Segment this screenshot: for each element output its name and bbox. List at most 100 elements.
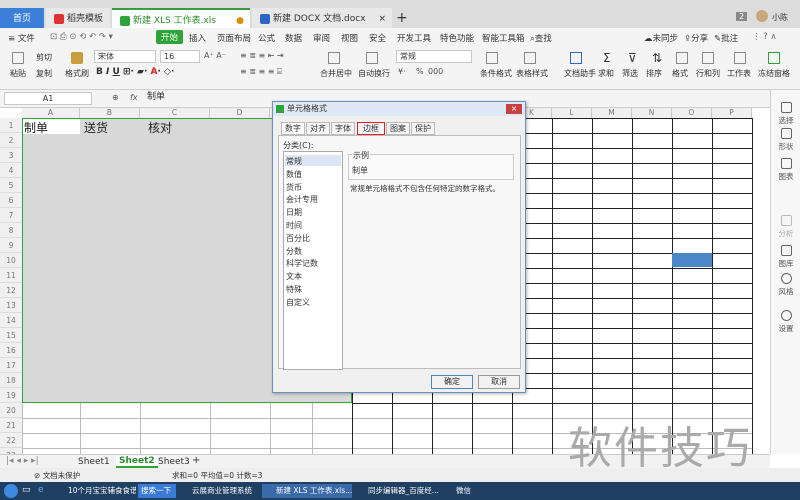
cell-c1[interactable]: 核对 (148, 119, 172, 136)
tab-review[interactable]: 审阅 (313, 32, 330, 44)
dialog-tab-pattern[interactable]: 图案 (386, 122, 410, 135)
column-header-p[interactable]: P (712, 108, 752, 118)
cancel-button[interactable]: 取消 (478, 375, 520, 389)
panel-style[interactable]: 风格 (771, 273, 800, 297)
column-header-o[interactable]: O (672, 108, 712, 118)
paste-label[interactable]: 粘贴 (10, 68, 26, 79)
format-painter-label[interactable]: 格式刷 (65, 68, 89, 79)
taskbar-item-recipe[interactable]: 10个月宝宝辅食食谱 (54, 484, 136, 498)
row-header-19[interactable]: 19 (0, 388, 22, 403)
row-header-10[interactable]: 10 (0, 253, 22, 268)
panel-shapes[interactable]: 形状 (771, 128, 800, 152)
tab-insert[interactable]: 插入 (189, 32, 206, 44)
merge-center-label[interactable]: 合并居中 (320, 68, 352, 79)
cell-b1[interactable]: 送货 (84, 119, 108, 136)
table-style-icon[interactable] (524, 52, 536, 64)
panel-settings[interactable]: 设置 (771, 310, 800, 334)
freeze-panes-icon[interactable] (768, 52, 780, 64)
more-options-icon[interactable]: ⋮ ? ∧ (752, 32, 777, 42)
format-icon[interactable] (676, 52, 688, 64)
taskbar-item-editor[interactable]: 同步编辑器_百度经... (354, 484, 440, 498)
category-list[interactable]: 常规 数值 货币 会计专用 日期 时间 百分比 分数 科学记数 文本 特殊 自定义 (283, 151, 343, 370)
row-header-22[interactable]: 22 (0, 433, 22, 448)
column-header-c[interactable]: C (140, 108, 210, 118)
filter-label[interactable]: 筛选 (622, 68, 638, 79)
row-header-5[interactable]: 5 (0, 178, 22, 193)
sheet-tab-1[interactable]: Sheet1 (78, 457, 110, 467)
dialog-tab-border[interactable]: 边框 (357, 122, 385, 135)
column-header-b[interactable]: B (80, 108, 140, 118)
row-header-13[interactable]: 13 (0, 298, 22, 313)
row-header-18[interactable]: 18 (0, 373, 22, 388)
zoom-search-icon[interactable]: ⊕ (112, 93, 119, 102)
row-header-6[interactable]: 6 (0, 193, 22, 208)
wrap-text-label[interactable]: 自动换行 (358, 68, 390, 79)
sum-label[interactable]: 求和 (598, 68, 614, 79)
dialog-tab-font[interactable]: 字体 (331, 122, 355, 135)
category-item[interactable]: 数值 (286, 169, 302, 180)
tab-start[interactable]: 开始 (156, 30, 184, 44)
doc-helper-label[interactable]: 文档助手 (564, 68, 596, 79)
category-item[interactable]: 科学记数 (286, 258, 318, 269)
quick-access-icons[interactable]: ⊡ ⎙ ⊙ ⟲ ↶ ↷ ▾ (50, 32, 113, 42)
percent-button[interactable]: % (416, 67, 424, 76)
row-header-14[interactable]: 14 (0, 313, 22, 328)
column-header-m[interactable]: M (592, 108, 632, 118)
name-box[interactable]: A1 (4, 92, 92, 105)
taskbar-item-search[interactable]: 搜索一下 (138, 484, 176, 498)
panel-select[interactable]: 选择 (771, 102, 800, 126)
row-header-2[interactable]: 2 (0, 133, 22, 148)
tab-developer[interactable]: 开发工具 (397, 32, 431, 44)
highlighted-cell-o10[interactable] (672, 253, 712, 267)
row-header-11[interactable]: 11 (0, 268, 22, 283)
category-item[interactable]: 分数 (286, 246, 302, 257)
tab-layout[interactable]: 页面布局 (217, 32, 251, 44)
tab-features[interactable]: 特色功能 (440, 32, 474, 44)
dialog-close-icon[interactable]: × (506, 104, 522, 114)
tab-view[interactable]: 视图 (341, 32, 358, 44)
row-header-15[interactable]: 15 (0, 328, 22, 343)
avatar[interactable] (756, 10, 768, 22)
cell-a1[interactable]: 制单 (24, 119, 48, 136)
font-grow-shrink-icons[interactable]: A⁺ A⁻ (204, 51, 226, 60)
row-header-9[interactable]: 9 (0, 238, 22, 253)
file-explorer-icon[interactable]: ▭ (22, 485, 31, 495)
search-button[interactable]: ⌕查找 (530, 32, 552, 44)
add-sheet-icon[interactable]: + (192, 455, 200, 466)
dialog-tab-number[interactable]: 数字 (281, 122, 305, 135)
font-style-buttons[interactable]: B I U ⊞· ▰· A· ◇· (96, 67, 174, 77)
sum-icon[interactable]: Σ (603, 51, 611, 65)
column-header-a[interactable]: A (22, 108, 80, 118)
table-style-label[interactable]: 表格样式 (516, 68, 548, 79)
row-header-17[interactable]: 17 (0, 358, 22, 373)
sheet-tab-3[interactable]: Sheet3 (158, 457, 190, 467)
row-header-16[interactable]: 16 (0, 343, 22, 358)
category-item[interactable]: 日期 (286, 207, 302, 218)
row-header-8[interactable]: 8 (0, 223, 22, 238)
currency-icon[interactable]: ¥· (398, 67, 406, 76)
tab-security[interactable]: 安全 (369, 32, 386, 44)
panel-gallery[interactable]: 图库 (771, 245, 800, 269)
row-header-12[interactable]: 12 (0, 283, 22, 298)
font-size-select[interactable]: 16 (160, 50, 200, 63)
sort-label[interactable]: 排序 (646, 68, 662, 79)
sheet-tab-2[interactable]: Sheet2 (116, 456, 158, 468)
category-item[interactable]: 自定义 (286, 297, 310, 308)
close-icon[interactable]: × (378, 8, 386, 30)
wrap-text-icon[interactable] (366, 52, 378, 64)
doc-helper-icon[interactable] (570, 52, 582, 64)
category-item[interactable]: 特殊 (286, 284, 302, 295)
row-header-3[interactable]: 3 (0, 148, 22, 163)
sync-status[interactable]: ☁未同步 (644, 32, 678, 44)
category-item[interactable]: 时间 (286, 220, 302, 231)
ie-icon[interactable]: e (38, 485, 44, 495)
conditional-format-icon[interactable] (486, 52, 498, 64)
thousands-button[interactable]: 000 (428, 67, 443, 76)
file-menu[interactable]: ≡ 文件 (8, 32, 35, 44)
sheet-nav-icons[interactable]: |◂ ◂ ▸ ▸| (6, 456, 39, 466)
category-item[interactable]: 常规 (286, 156, 302, 167)
format-label[interactable]: 格式 (672, 68, 688, 79)
taskbar-item-wps[interactable]: 新建 XLS 工作表.xls... (262, 484, 352, 498)
alignment-icons-row2[interactable]: ≡ ≣ ≡ ≡ ⌸ (240, 67, 282, 77)
row-header-21[interactable]: 21 (0, 418, 22, 433)
